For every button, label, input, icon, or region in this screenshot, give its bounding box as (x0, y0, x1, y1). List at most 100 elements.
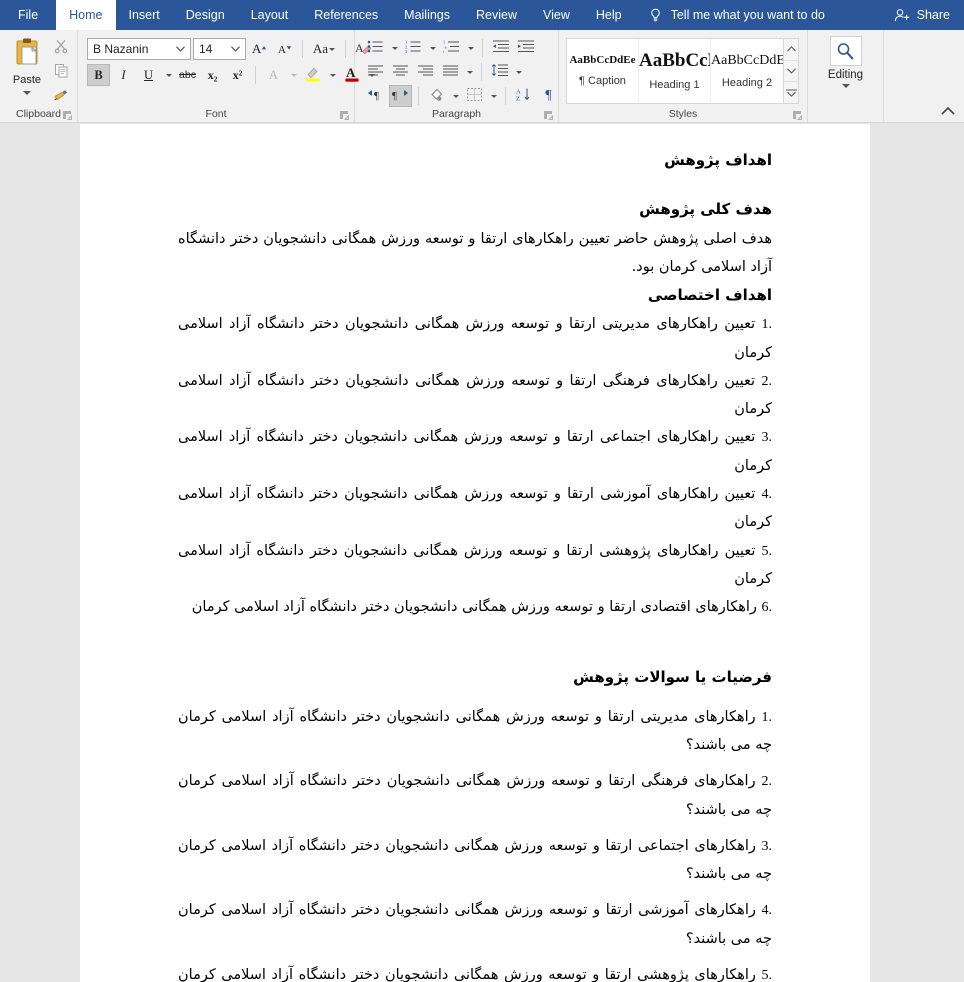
bullets-button[interactable] (364, 37, 387, 59)
document-body[interactable]: اهداف پژوهش هدف کلی پژوهش هدف اصلی پژوهش… (178, 146, 772, 982)
show-formatting-marks-button[interactable]: ¶ (537, 85, 560, 107)
line-spacing-dropdown[interactable] (513, 61, 524, 83)
share-button[interactable]: Share (894, 0, 950, 30)
list-item: 6. راهکارهای اقتصادی ارتقا و توسعه ورزش … (178, 593, 772, 621)
style-heading-2[interactable]: AaBbCcDdEe Heading 2 (711, 39, 783, 103)
tab-review[interactable]: Review (463, 0, 530, 30)
tab-file[interactable]: File (0, 0, 56, 30)
change-case-label: Aa (312, 41, 329, 56)
tab-mailings[interactable]: Mailings (391, 0, 463, 30)
borders-button[interactable] (463, 85, 486, 107)
borders-dropdown[interactable] (488, 85, 499, 107)
text-effects-button[interactable]: A (262, 64, 285, 86)
superscript-button[interactable]: x² (226, 64, 249, 86)
ribbon-group-styles: AaBbCcDdEe ¶ Caption AaBbCcDdEe Heading … (559, 30, 808, 122)
align-left-button[interactable] (364, 61, 387, 83)
style-caption[interactable]: AaBbCcDdEe ¶ Caption (567, 39, 639, 103)
tab-layout[interactable]: Layout (238, 0, 302, 30)
svg-text:a: a (445, 44, 447, 49)
copy-button[interactable] (50, 62, 72, 83)
tab-references[interactable]: References (301, 0, 391, 30)
alignment-dropdown[interactable] (464, 61, 475, 83)
chevron-down-icon (453, 94, 459, 98)
style-name: Heading 2 (721, 76, 773, 89)
strikethrough-button[interactable]: abc (176, 64, 199, 86)
chevron-down-icon[interactable] (23, 91, 31, 95)
multilevel-list-button[interactable]: 1ai (440, 37, 463, 59)
format-painter-button[interactable] (50, 86, 72, 107)
tab-design[interactable]: Design (173, 0, 238, 30)
bold-button[interactable]: B (87, 64, 110, 86)
styles-dialog-launcher[interactable] (793, 111, 802, 120)
change-case-button[interactable]: Aa (309, 38, 339, 60)
sort-icon: AZ (515, 87, 532, 105)
chevron-down-icon[interactable] (170, 46, 190, 52)
styles-gallery: AaBbCcDdEe ¶ Caption AaBbCcDdEe Heading … (566, 38, 784, 104)
copy-icon (54, 63, 69, 83)
style-heading-1[interactable]: AaBbCcDdEe Heading 1 (639, 39, 711, 103)
chevron-down-icon[interactable] (225, 46, 245, 52)
underline-dropdown[interactable] (162, 64, 174, 86)
divider (418, 87, 419, 105)
sort-button[interactable]: AZ (512, 85, 535, 107)
align-center-button[interactable] (389, 61, 412, 83)
tell-me-label: Tell me what you want to do (670, 8, 825, 22)
text-effects-dropdown[interactable] (287, 64, 299, 86)
list-number: 1. (761, 709, 773, 725)
editing-button[interactable]: Editing (816, 36, 876, 88)
tab-insert[interactable]: Insert (116, 0, 173, 30)
text-highlight-button[interactable] (301, 64, 324, 86)
font-size-combo[interactable]: 14 (193, 38, 246, 60)
increase-font-size-button[interactable]: A (248, 38, 271, 60)
tell-me-box[interactable]: Tell me what you want to do (635, 0, 835, 30)
list-text: راهکارهای پژوهشی ارتقا و توسعه ورزش همگا… (178, 966, 756, 982)
styles-more-button[interactable] (784, 82, 798, 103)
increase-indent-button[interactable] (514, 37, 537, 59)
ribbon-group-clipboard: Paste Clipboard (0, 30, 78, 122)
magnifier-icon (829, 36, 862, 66)
ribbon-tab-bar: File Home Insert Design Layout Reference… (0, 0, 964, 30)
underline-button[interactable]: U (137, 64, 160, 86)
subscript-button[interactable]: x₂ (201, 64, 224, 86)
font-dialog-launcher[interactable] (340, 111, 349, 120)
tab-help[interactable]: Help (583, 0, 635, 30)
chevron-down-icon[interactable] (841, 84, 850, 88)
collapse-ribbon-icon[interactable] (940, 104, 956, 118)
paragraph-dialog-launcher[interactable] (544, 111, 553, 120)
justify-button[interactable] (439, 61, 462, 83)
paste-button[interactable]: Paste (6, 35, 48, 95)
decrease-font-size-button[interactable]: A (273, 38, 296, 60)
tab-home[interactable]: Home (56, 0, 116, 30)
decrease-indent-button[interactable] (489, 37, 512, 59)
styles-scroll-up-button[interactable] (784, 39, 798, 61)
align-right-button[interactable] (414, 61, 437, 83)
text-highlight-dropdown[interactable] (326, 64, 338, 86)
list-text: تعیین راهکارهای آموزشی ارتقا و توسعه ورز… (178, 485, 772, 531)
shading-dropdown[interactable] (450, 85, 461, 107)
clipboard-dialog-launcher[interactable] (63, 111, 72, 120)
document-workspace[interactable]: اهداف پژوهش هدف کلی پژوهش هدف اصلی پژوهش… (0, 124, 964, 982)
cut-button[interactable] (50, 38, 72, 59)
numbering-dropdown[interactable] (427, 37, 438, 59)
heading-general-goal: هدف کلی پژوهش (639, 200, 772, 219)
font-name-combo[interactable]: B Nazanin (87, 38, 191, 60)
chevron-down-icon[interactable] (329, 47, 336, 51)
list-item: 2. راهکارهای فرهنگی ارتقا و توسعه ورزش ه… (178, 767, 772, 824)
tab-view[interactable]: View (530, 0, 583, 30)
list-text: تعیین راهکارهای پژوهشی ارتقا و توسعه ورز… (178, 542, 772, 587)
bullets-dropdown[interactable] (389, 37, 400, 59)
line-spacing-button[interactable] (488, 61, 511, 83)
left-to-right-text-button[interactable]: ¶ (364, 85, 387, 107)
shading-button[interactable] (425, 85, 448, 107)
document-page[interactable]: اهداف پژوهش هدف کلی پژوهش هدف اصلی پژوهش… (80, 124, 870, 982)
chevron-down-icon (467, 70, 473, 74)
list-number: 4. (761, 903, 773, 919)
italic-button[interactable]: I (112, 64, 135, 86)
styles-scrollbar[interactable] (784, 38, 799, 104)
multilevel-dropdown[interactable] (465, 37, 476, 59)
styles-scroll-down-button[interactable] (784, 61, 798, 83)
list-number: 3. (761, 430, 773, 446)
right-to-left-text-button[interactable]: ¶ (389, 85, 412, 107)
numbering-button[interactable]: 123 (402, 37, 425, 59)
